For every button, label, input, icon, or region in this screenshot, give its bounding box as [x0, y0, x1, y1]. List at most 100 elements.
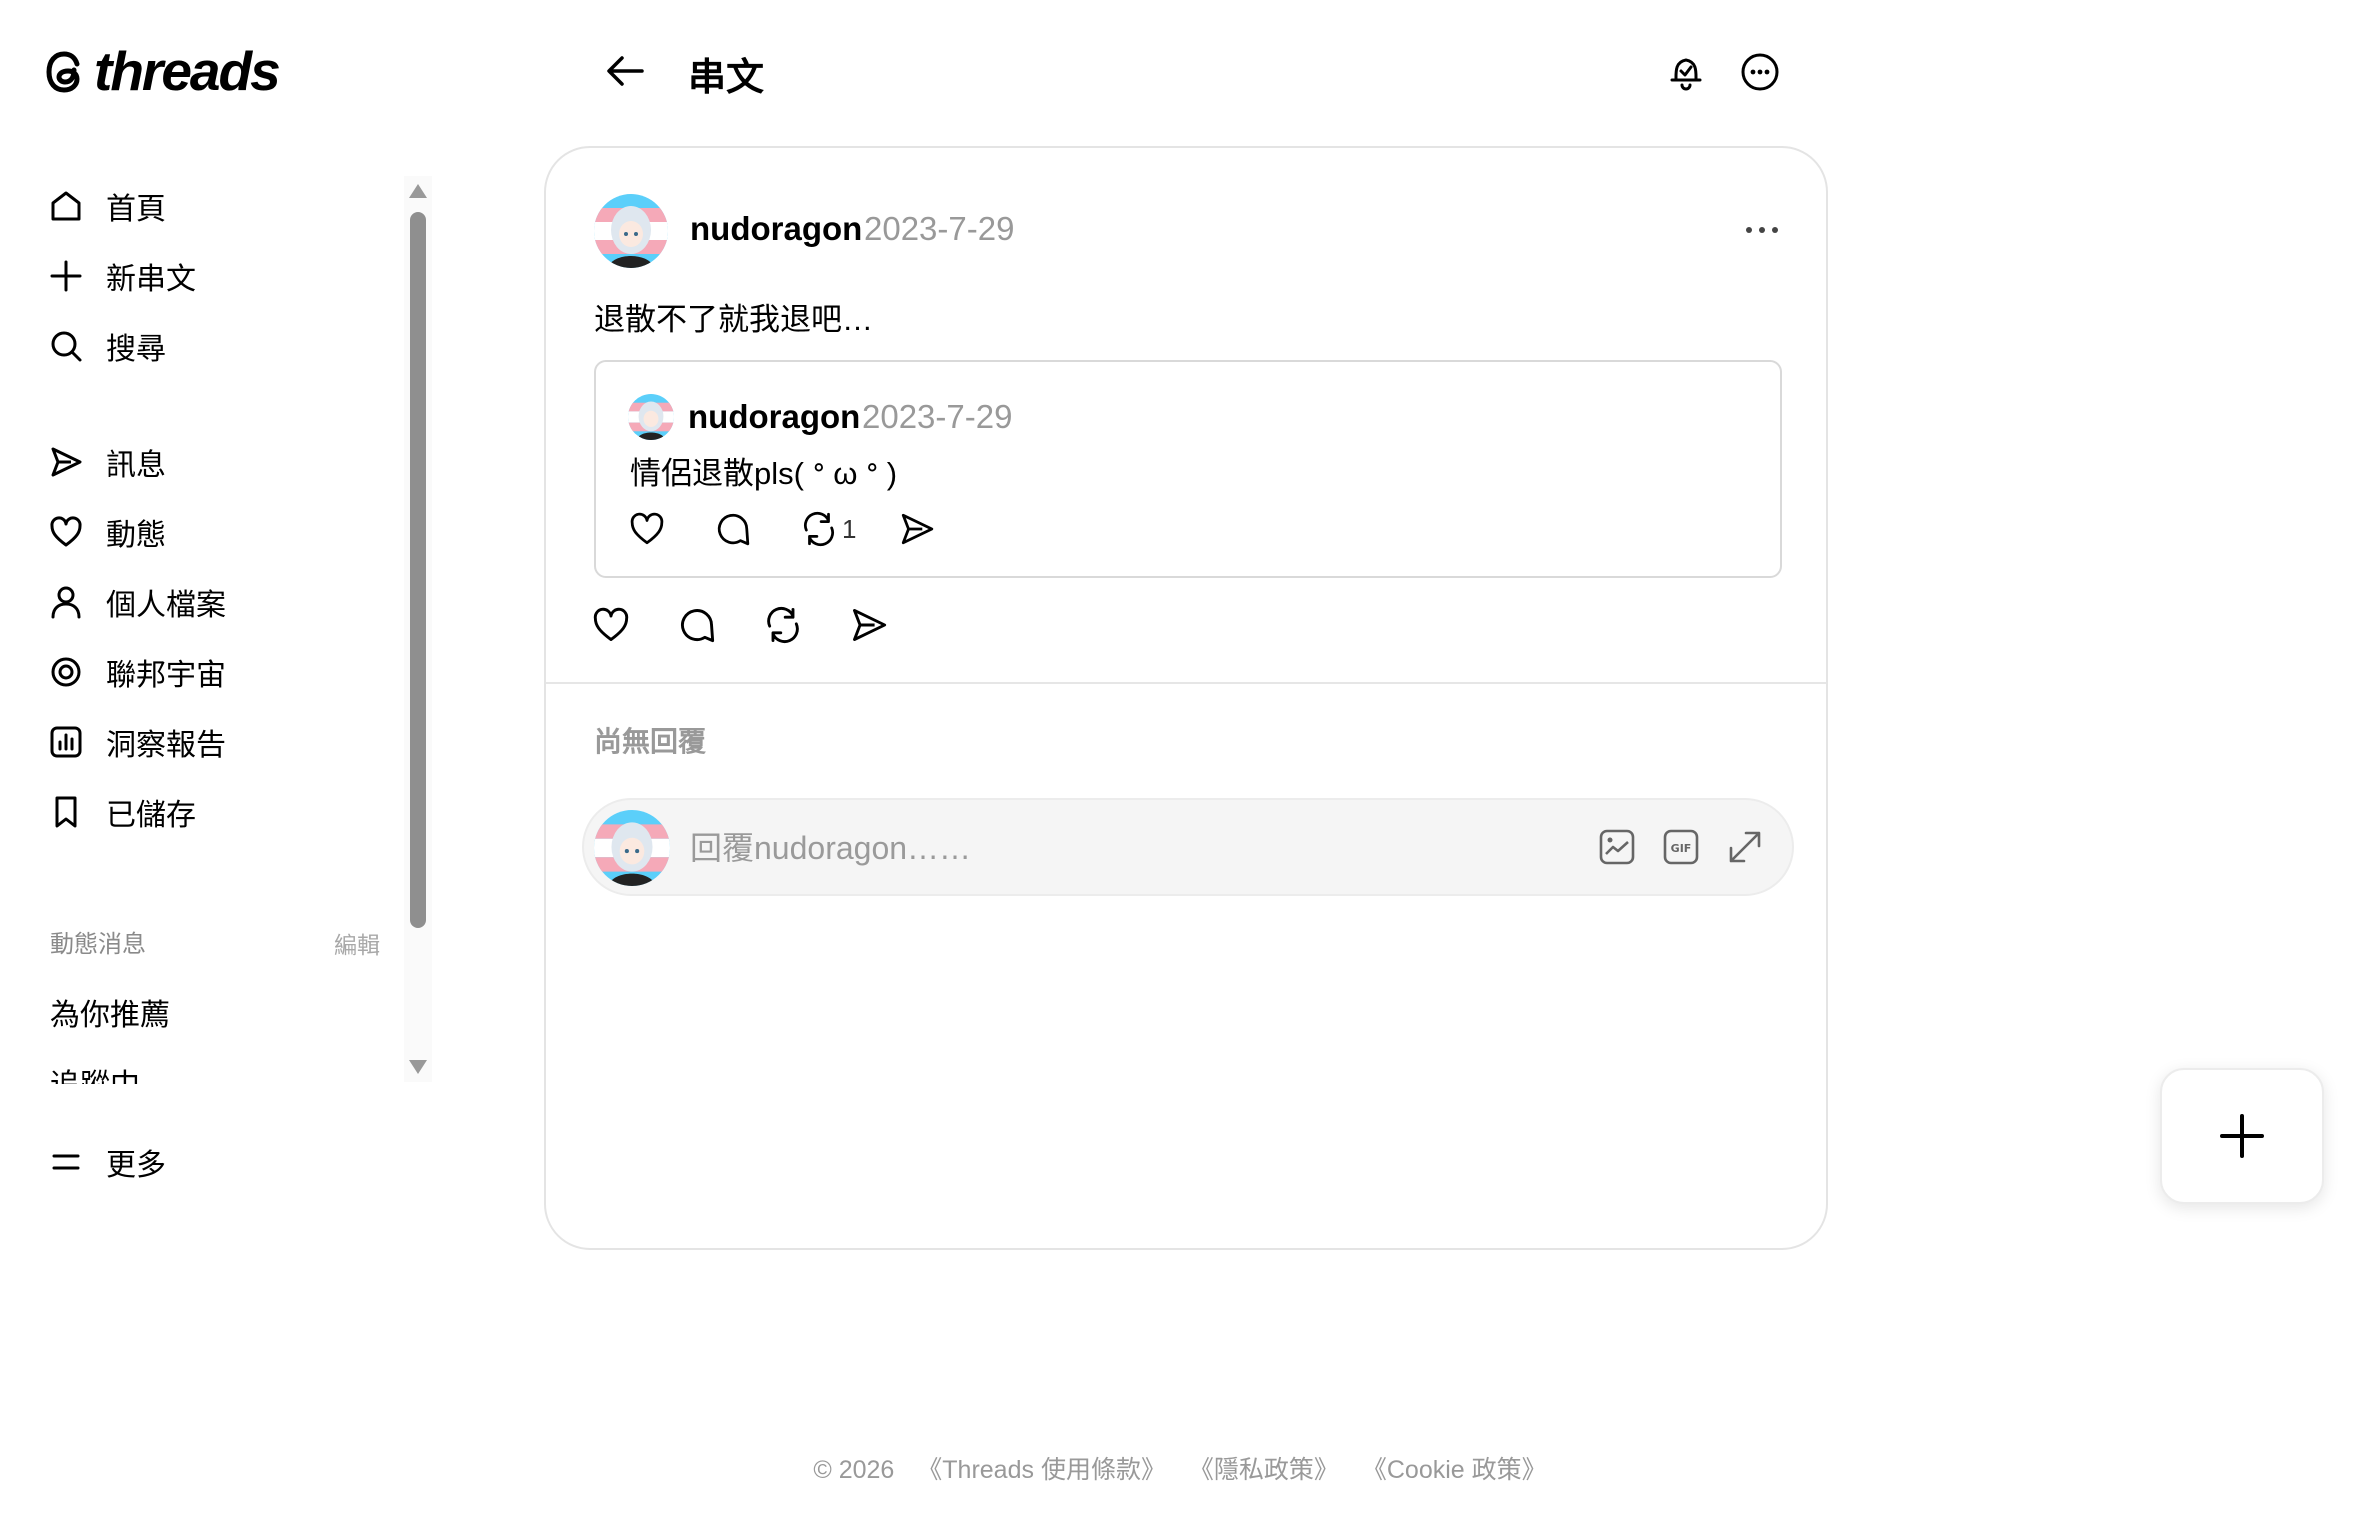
- nav-home[interactable]: 首頁: [48, 180, 166, 232]
- fediverse-icon: [48, 654, 84, 690]
- nav-activity[interactable]: 動態: [48, 506, 166, 558]
- notify-button[interactable]: [1666, 52, 1706, 92]
- bookmark-icon: [48, 794, 84, 830]
- nav-fediverse[interactable]: 聯邦宇宙: [48, 646, 226, 698]
- heart-icon: [48, 514, 84, 550]
- page-title: 串文: [688, 57, 765, 99]
- reply-composer[interactable]: GIF: [582, 798, 1794, 896]
- search-icon: [48, 328, 84, 364]
- post-date[interactable]: 2023-7-29: [864, 210, 1014, 248]
- quoted-repost-button[interactable]: [798, 508, 840, 550]
- attach-gif-button[interactable]: GIF: [1660, 826, 1702, 868]
- quoted-share-button[interactable]: [896, 508, 938, 550]
- threads-wordmark: threads: [94, 40, 281, 102]
- comment-icon: [717, 513, 750, 546]
- nav-saved[interactable]: 已儲存: [48, 786, 196, 838]
- person-icon: [48, 584, 84, 620]
- arrow-left-icon: [607, 56, 644, 86]
- avatar-image: [628, 394, 674, 440]
- repost-icon: [804, 511, 834, 547]
- like-button[interactable]: [590, 604, 632, 646]
- post-more-button[interactable]: [1742, 220, 1782, 240]
- sidebar-scroll-thumb[interactable]: [410, 212, 426, 928]
- nav-more-label: 更多: [106, 1149, 166, 1182]
- menu-icon: [48, 1144, 84, 1180]
- thread-card: nudoragon 2023-7-29 退散不了就我退吧… nudoragon …: [544, 146, 1828, 1250]
- post-username[interactable]: nudoragon: [690, 210, 862, 248]
- reply-button[interactable]: [676, 604, 718, 646]
- threads-logo[interactable]: threads: [42, 40, 281, 102]
- quoted-actions: 1: [626, 508, 938, 550]
- attach-image-button[interactable]: [1596, 826, 1638, 868]
- back-button[interactable]: [604, 50, 646, 92]
- repost-button[interactable]: [762, 604, 804, 646]
- nav-messages[interactable]: 訊息: [48, 436, 166, 488]
- quoted-post[interactable]: nudoragon 2023-7-29 情侶退散pls( ᐤ ω ᐤ ) 1: [594, 360, 1782, 578]
- nav-activity-label: 動態: [106, 519, 166, 552]
- sidebar: threads 首頁 新串文 搜尋 訊息 動態 個人檔案 聯邦宇宙 洞察報告 已…: [0, 0, 440, 1526]
- svg-text:GIF: GIF: [1671, 842, 1692, 855]
- nav-messages-label: 訊息: [106, 449, 166, 482]
- footer-cookie-link[interactable]: 《Cookie 政策》: [1362, 1456, 1547, 1484]
- nav-home-label: 首頁: [106, 193, 166, 226]
- quoted-avatar[interactable]: [628, 394, 674, 440]
- nav-more[interactable]: 更多: [48, 1140, 166, 1184]
- post-text: 退散不了就我退吧…: [594, 302, 873, 337]
- divider: [546, 682, 1826, 684]
- footer-privacy-link[interactable]: 《隱私政策》: [1189, 1456, 1339, 1484]
- nav-profile-label: 個人檔案: [106, 589, 226, 622]
- feed-item-for-you[interactable]: 為你推薦: [50, 990, 170, 1034]
- repost-icon: [767, 606, 799, 644]
- expand-composer-button[interactable]: [1724, 826, 1766, 868]
- nav-saved-label: 已儲存: [106, 799, 196, 832]
- no-replies-label: 尚無回覆: [594, 726, 707, 757]
- nav-fediverse-label: 聯邦宇宙: [106, 659, 226, 692]
- avatar-image: [594, 194, 668, 268]
- expand-icon: [1729, 831, 1761, 863]
- nav-insights-label: 洞察報告: [106, 729, 226, 762]
- bell-check-icon: [1670, 58, 1702, 91]
- heart-icon: [593, 607, 629, 641]
- composer-avatar: [594, 810, 670, 886]
- quoted-date[interactable]: 2023-7-29: [862, 398, 1012, 436]
- plus-icon: [48, 258, 84, 294]
- threads-logo-icon: [46, 50, 80, 93]
- nav-new-thread-label: 新串文: [106, 263, 196, 296]
- chart-icon: [48, 724, 84, 760]
- image-icon: [1599, 829, 1635, 865]
- new-thread-fab[interactable]: [2160, 1068, 2324, 1204]
- post-actions: [590, 604, 890, 646]
- feeds-edit-link[interactable]: 編輯: [334, 926, 380, 960]
- send-icon: [48, 444, 84, 480]
- avatar[interactable]: [594, 194, 668, 268]
- ellipsis-icon: [1746, 227, 1778, 233]
- scroll-down-arrow-icon[interactable]: [409, 1060, 427, 1074]
- footer: © 2026 《Threads 使用條款》 《隱私政策》 《Cookie 政策》: [0, 1450, 2360, 1486]
- footer-copyright: © 2026: [813, 1456, 895, 1484]
- feed-item-following[interactable]: 追蹤中: [50, 1060, 140, 1084]
- feeds-heading: 動態消息: [50, 931, 146, 958]
- quoted-username[interactable]: nudoragon: [688, 398, 860, 436]
- comment-icon: [681, 609, 715, 643]
- quoted-like-button[interactable]: [626, 508, 668, 550]
- quoted-repost-count: 1: [842, 513, 857, 544]
- nav-insights[interactable]: 洞察報告: [48, 716, 226, 768]
- more-options-button[interactable]: [1740, 52, 1780, 92]
- home-icon: [48, 188, 84, 224]
- nav-new-thread[interactable]: 新串文: [48, 250, 196, 302]
- nav-search[interactable]: 搜尋: [48, 320, 166, 372]
- plus-icon: [2220, 1114, 2264, 1158]
- feed-item-following-clip: 追蹤中: [0, 1060, 440, 1084]
- nav-profile[interactable]: 個人檔案: [48, 576, 226, 628]
- share-button[interactable]: [848, 604, 890, 646]
- reply-input[interactable]: [690, 824, 1490, 872]
- send-icon: [853, 609, 887, 641]
- scroll-up-arrow-icon[interactable]: [409, 184, 427, 198]
- gif-icon: GIF: [1663, 829, 1699, 865]
- quoted-reply-button[interactable]: [712, 508, 754, 550]
- nav-search-label: 搜尋: [106, 333, 166, 366]
- quoted-text: 情侶退散pls( ᐤ ω ᐤ ): [630, 456, 898, 491]
- heart-icon: [630, 512, 664, 545]
- avatar-image: [594, 810, 670, 886]
- footer-terms-link[interactable]: 《Threads 使用條款》: [917, 1456, 1166, 1484]
